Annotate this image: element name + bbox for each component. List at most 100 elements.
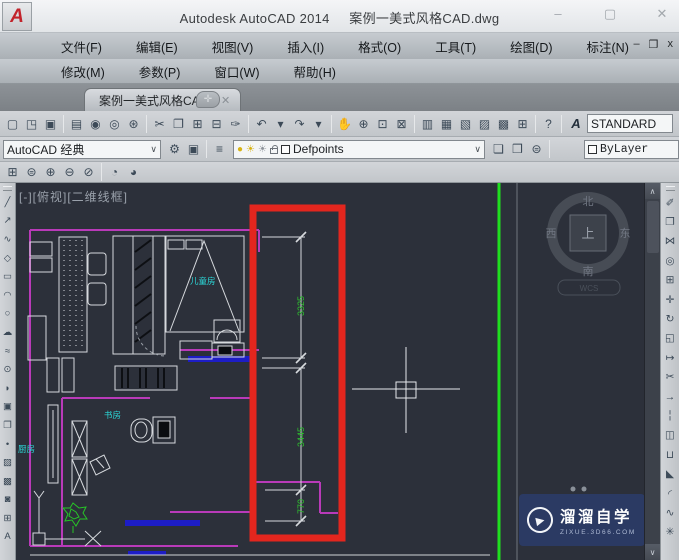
new-view-icon[interactable]: ⊕ [41,164,60,181]
clip-view-icon[interactable]: ⊘ [79,164,98,181]
scale-icon[interactable]: ◱ [661,329,679,348]
layer-thaw-icon[interactable]: ☀ [246,144,255,155]
quickcalc-icon[interactable]: ⊞ [513,114,532,134]
print-preview-icon[interactable]: ◉ [86,114,105,134]
explode-icon[interactable]: ✳ [661,523,679,542]
layer-color-swatch[interactable] [280,144,290,154]
close-button[interactable]: ✕ [653,6,671,22]
fillet-icon[interactable]: ◜ [661,484,679,503]
redo-icon[interactable]: ↷ [290,114,309,134]
arc-icon[interactable]: ◠ [0,286,15,305]
named-views-icon[interactable]: ⊜ [22,164,41,181]
toolbar-grip[interactable] [665,186,675,191]
chamfer-icon[interactable]: ◣ [661,464,679,483]
construction-line-icon[interactable]: ↗ [0,212,15,231]
menu-draw[interactable]: 绘图(D) [493,37,569,56]
viewport-controls-label[interactable]: [-][俯视][二维线框] [19,188,128,205]
match-properties-icon[interactable]: ✑ [226,114,245,134]
viewports-icon[interactable]: ⊞ [3,164,22,181]
circle-icon[interactable]: ○ [0,305,15,324]
rotate-icon[interactable]: ↻ [661,309,679,328]
vertical-scrollbar[interactable]: ∧ ∨ [644,183,660,560]
menu-file[interactable]: 文件(F) [44,37,119,56]
layer-combo[interactable]: ● ☀ ☀ Defpoints ∨ [233,139,485,159]
layer-on-icon[interactable]: ● [237,144,243,155]
sheet-set-icon[interactable]: ▨ [475,114,494,134]
extend-icon[interactable]: → [661,387,679,406]
menu-window[interactable]: 窗口(W) [197,62,276,81]
drawing-canvas[interactable]: 儿童房 书房 厨房 3325 3445 770 北 南 西 东 上 WCS [-… [16,183,644,560]
menu-view[interactable]: 视图(V) [195,37,271,56]
zoom-window-icon[interactable]: ⊡ [373,114,392,134]
properties-icon[interactable]: ▥ [418,114,437,134]
ellipse-arc-icon[interactable]: ◗ [0,379,15,398]
cut-icon[interactable]: ✂ [150,114,169,134]
break-icon[interactable]: ◫ [661,426,679,445]
menu-insert[interactable]: 插入(I) [270,37,341,56]
new-icon[interactable]: ▢ [3,114,22,134]
minimize-button[interactable]: – [549,6,567,22]
trim-icon[interactable]: ✂ [661,368,679,387]
workspace-save-icon[interactable]: ▣ [184,139,203,159]
etransmit-icon[interactable]: ⊛ [124,114,143,134]
model-view-icon[interactable]: ◕ [124,164,143,181]
zoom-realtime-icon[interactable]: ⊕ [354,114,373,134]
offset-icon[interactable]: ◎ [661,251,679,270]
doc-restore-button[interactable]: ❐ [649,38,659,51]
redo-dropdown-icon[interactable]: ▾ [309,114,328,134]
stretch-icon[interactable]: ↦ [661,348,679,367]
copy-object-icon[interactable]: ❐ [661,212,679,231]
revcloud-icon[interactable]: ☁ [0,323,15,342]
sheet-view-icon[interactable]: ◔ [105,164,124,181]
menu-parametric[interactable]: 参数(P) [122,62,198,81]
blend-icon[interactable]: ∿ [661,503,679,522]
layer-lock-icon[interactable] [269,144,278,154]
layer-previous-icon[interactable]: ❏ [489,139,508,159]
scroll-down-icon[interactable]: ∨ [645,544,660,560]
point-icon[interactable]: • [0,435,15,454]
line-icon[interactable]: ╱ [0,193,15,212]
layer-vp-freeze-icon[interactable]: ☀ [258,144,267,155]
menu-edit[interactable]: 编辑(E) [119,37,195,56]
help-icon[interactable]: ? [539,114,558,134]
scrollbar-thumb[interactable] [647,201,659,253]
menu-tools[interactable]: 工具(T) [418,37,493,56]
publish-icon[interactable]: ◎ [105,114,124,134]
doc-minimize-button[interactable]: – [634,38,640,51]
insert-block-icon[interactable]: ▣ [0,398,15,417]
undo-icon[interactable]: ↶ [252,114,271,134]
spline-icon[interactable]: ≈ [0,342,15,361]
tool-palettes-icon[interactable]: ▧ [456,114,475,134]
ellipse-icon[interactable]: ⊙ [0,360,15,379]
doc-close-button[interactable]: x [668,38,674,51]
viewcube[interactable]: 北 南 西 东 上 WCS [546,192,631,296]
paste-special-icon[interactable]: ⊟ [207,114,226,134]
mirror-icon[interactable]: ⋈ [661,232,679,251]
color-combo[interactable]: ByLayer [584,139,679,159]
open-icon[interactable]: ◳ [22,114,41,134]
maximize-button[interactable]: ▢ [601,6,619,22]
polygon-icon[interactable]: ◇ [0,249,15,268]
table-icon[interactable]: ⊞ [0,509,15,528]
workspace-combo[interactable]: AutoCAD 经典 ∨ [3,139,161,159]
mtext-icon[interactable]: A [0,528,15,547]
update-view-icon[interactable]: ⊖ [60,164,79,181]
layer-unisolate-icon[interactable]: ⊜ [527,139,546,159]
save-icon[interactable]: ▣ [41,114,60,134]
polyline-icon[interactable]: ∿ [0,230,15,249]
scroll-up-icon[interactable]: ∧ [645,183,660,199]
markup-icon[interactable]: ▩ [494,114,513,134]
undo-dropdown-icon[interactable]: ▾ [271,114,290,134]
text-style-combo[interactable]: STANDARD [587,114,673,133]
array-icon[interactable]: ⊞ [661,271,679,290]
menu-format[interactable]: 格式(O) [341,37,418,56]
menu-help[interactable]: 帮助(H) [277,62,353,81]
gradient-icon[interactable]: ▩ [0,472,15,491]
make-block-icon[interactable]: ❐ [0,416,15,435]
layer-isolate-icon[interactable]: ❒ [508,139,527,159]
designcenter-icon[interactable]: ▦ [437,114,456,134]
new-tab-button[interactable]: ✛ [196,91,220,108]
print-icon[interactable]: ▤ [67,114,86,134]
toolbar-grip[interactable] [3,186,12,191]
join-icon[interactable]: ⊔ [661,445,679,464]
